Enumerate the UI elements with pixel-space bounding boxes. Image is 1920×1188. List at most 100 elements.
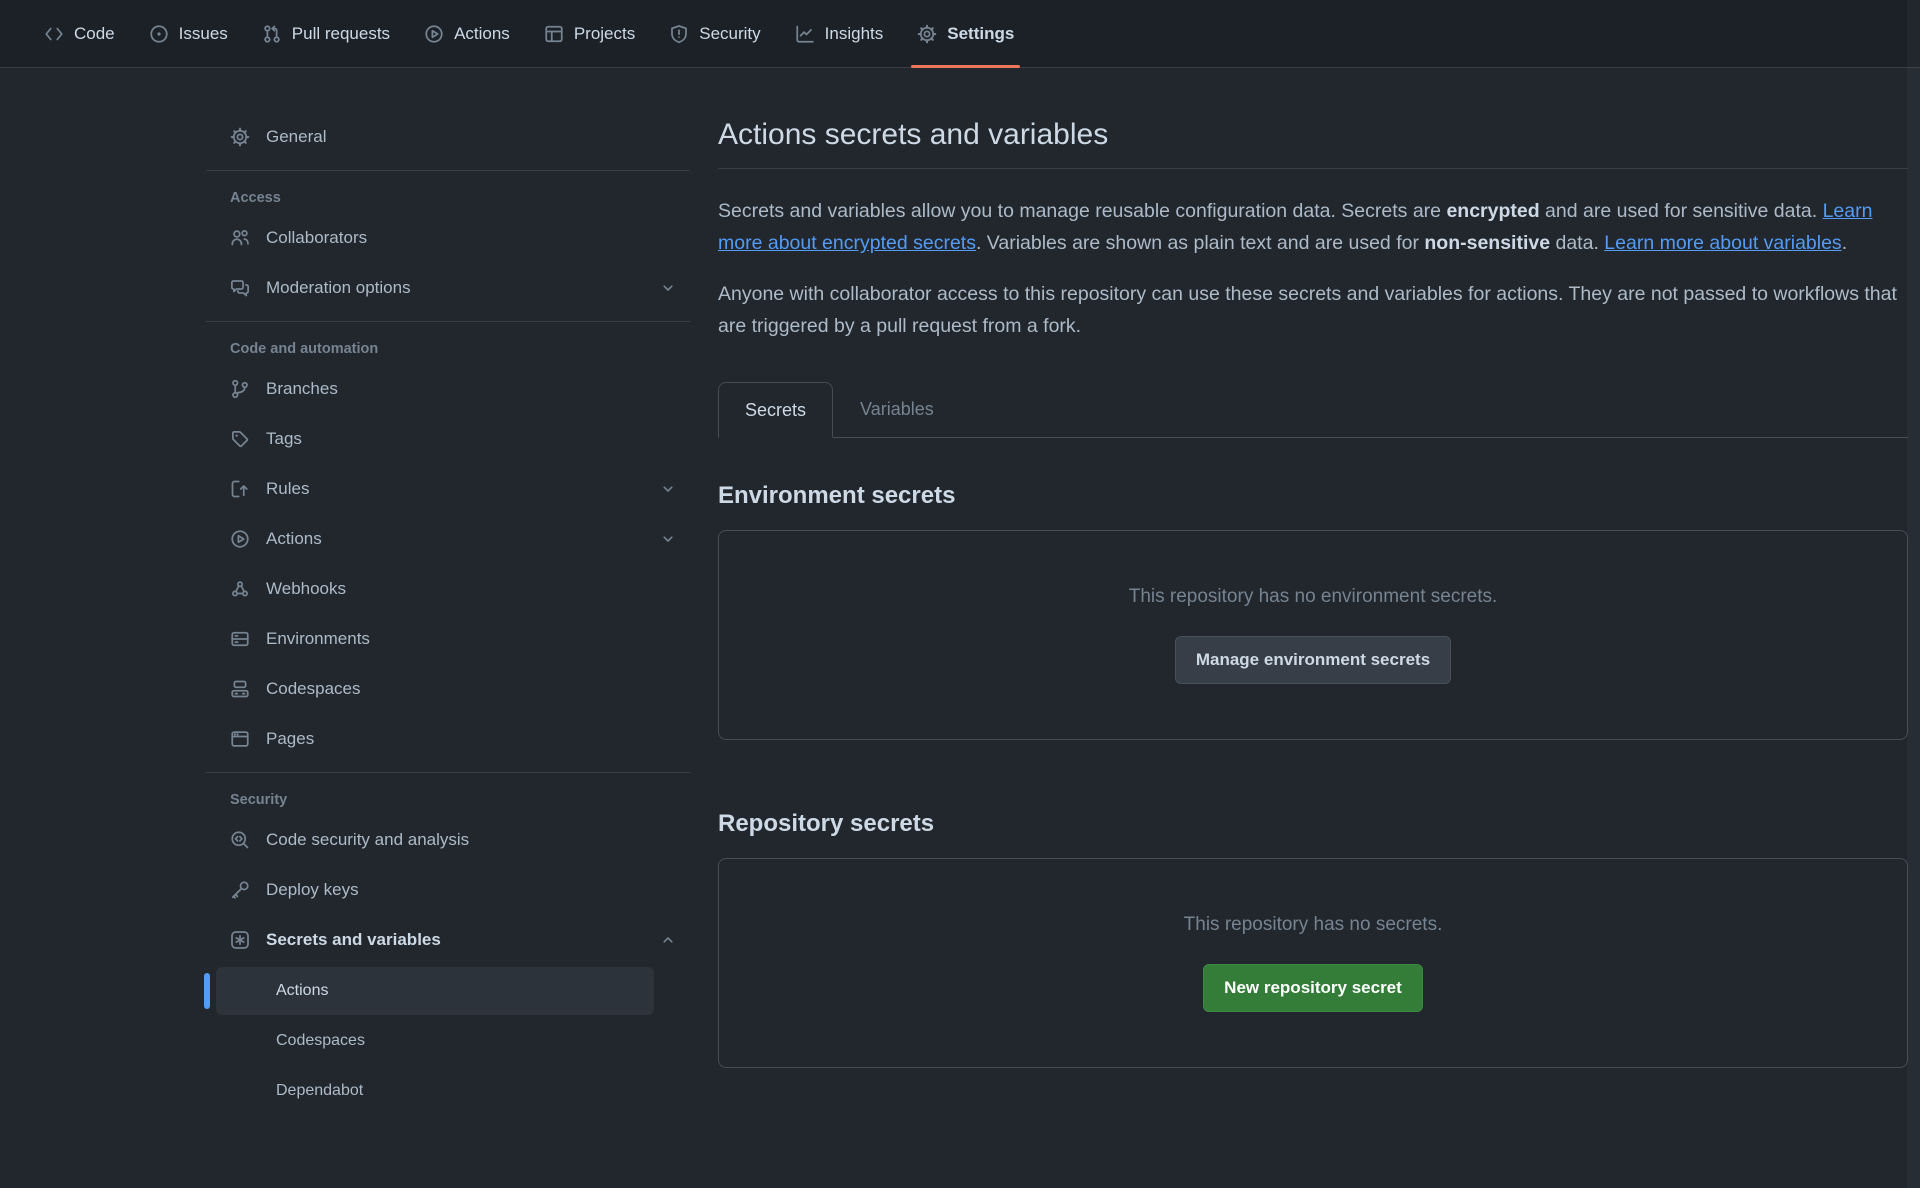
sidebar-item-label: Collaborators: [266, 228, 367, 248]
new-repository-secret-button[interactable]: New repository secret: [1203, 964, 1423, 1012]
play-circle-icon: [230, 529, 250, 549]
server-icon: [230, 629, 250, 649]
table-icon: [544, 24, 564, 44]
sidebar-item-tags[interactable]: Tags: [206, 414, 690, 464]
webhook-icon: [230, 579, 250, 599]
intro-text: .: [1842, 232, 1847, 254]
sidebar-divider: [206, 321, 690, 322]
repository-secrets-empty-box: This repository has no secrets. New repo…: [718, 858, 1908, 1068]
sidebar-item-label: Webhooks: [266, 579, 346, 599]
environment-secrets-empty-text: This repository has no environment secre…: [1129, 586, 1498, 608]
nav-tab-label: Code: [74, 24, 115, 44]
sidebar-item-label: Tags: [266, 429, 302, 449]
repository-secrets-heading: Repository secrets: [718, 810, 1908, 838]
environment-secrets-section: Environment secrets This repository has …: [718, 482, 1908, 740]
sidebar-item-label: Secrets and variables: [266, 930, 441, 950]
manage-environment-secrets-button[interactable]: Manage environment secrets: [1175, 636, 1451, 684]
environment-secrets-heading: Environment secrets: [718, 482, 1908, 510]
sidebar-subitem-label: Codespaces: [276, 1032, 365, 1050]
nav-tab-label: Pull requests: [292, 24, 390, 44]
play-circle-icon: [424, 24, 444, 44]
tag-icon: [230, 429, 250, 449]
sidebar-item-label: Code security and analysis: [266, 830, 469, 850]
sidebar-item-branches[interactable]: Branches: [206, 364, 690, 414]
sidebar-divider: [206, 772, 690, 773]
pull-request-icon: [262, 24, 282, 44]
sidebar-subitem-actions[interactable]: Actions: [216, 967, 654, 1015]
nav-tab-projects[interactable]: Projects: [530, 0, 649, 67]
nav-tab-label: Projects: [574, 24, 635, 44]
sidebar-section-access: Access: [206, 183, 690, 213]
nav-tab-label: Security: [699, 24, 760, 44]
people-icon: [230, 228, 250, 248]
sidebar-divider: [206, 170, 690, 171]
nav-tab-label: Insights: [825, 24, 884, 44]
sidebar-item-moderation-options[interactable]: Moderation options: [206, 263, 690, 313]
nav-tab-label: Settings: [947, 24, 1014, 44]
sidebar-subitem-codespaces[interactable]: Codespaces: [216, 1017, 654, 1065]
sidebar-item-actions[interactable]: Actions: [206, 514, 690, 564]
sidebar-item-label: Codespaces: [266, 679, 361, 699]
repository-secrets-empty-text: This repository has no secrets.: [1184, 914, 1443, 936]
nav-tab-pull-requests[interactable]: Pull requests: [248, 0, 404, 67]
intro-paragraph: Secrets and variables allow you to manag…: [718, 195, 1908, 260]
settings-sidebar: General Access Collaborators Moderation …: [206, 68, 690, 1117]
chevron-down-icon: [660, 531, 676, 547]
sidebar-item-webhooks[interactable]: Webhooks: [206, 564, 690, 614]
intro-bold-non-sensitive: non-sensitive: [1424, 232, 1550, 254]
chevron-down-icon: [660, 481, 676, 497]
issue-icon: [149, 24, 169, 44]
nav-tab-label: Issues: [179, 24, 228, 44]
active-tab-underline: [911, 65, 1020, 68]
sidebar-item-pages[interactable]: Pages: [206, 714, 690, 764]
nav-tab-insights[interactable]: Insights: [781, 0, 898, 67]
sidebar-item-code-security-and-analysis[interactable]: Code security and analysis: [206, 815, 690, 865]
rules-icon: [230, 479, 250, 499]
sidebar-item-label: Environments: [266, 629, 370, 649]
code-icon: [44, 24, 64, 44]
sidebar-item-secrets-and-variables[interactable]: Secrets and variables: [206, 915, 690, 965]
sidebar-item-rules[interactable]: Rules: [206, 464, 690, 514]
collaborator-note: Anyone with collaborator access to this …: [718, 278, 1908, 343]
graph-icon: [795, 24, 815, 44]
sidebar-subitem-label: Actions: [276, 982, 328, 1000]
gear-icon: [917, 24, 937, 44]
sidebar-item-collaborators[interactable]: Collaborators: [206, 213, 690, 263]
sidebar-item-label: Pages: [266, 729, 314, 749]
gear-icon: [230, 127, 250, 147]
settings-layout: General Access Collaborators Moderation …: [0, 68, 1920, 1117]
intro-bold-encrypted: encrypted: [1446, 200, 1539, 222]
settings-main: Actions secrets and variables Secrets an…: [718, 68, 1908, 1068]
sidebar-item-label: General: [266, 127, 326, 147]
sidebar-subitem-dependabot[interactable]: Dependabot: [216, 1067, 654, 1115]
sidebar-item-general[interactable]: General: [206, 112, 690, 162]
sidebar-item-codespaces[interactable]: Codespaces: [206, 664, 690, 714]
repository-secrets-section: Repository secrets This repository has n…: [718, 810, 1908, 1068]
link-learn-more-variables[interactable]: Learn more about variables: [1604, 232, 1841, 254]
nav-tab-code[interactable]: Code: [30, 0, 129, 67]
sidebar-item-label: Rules: [266, 479, 309, 499]
nav-tab-actions[interactable]: Actions: [410, 0, 524, 67]
repo-nav: Code Issues Pull requests Actions Projec…: [0, 0, 1920, 68]
scrollbar-gutter: [1907, 0, 1920, 1188]
secrets-variables-tabnav: Secrets Variables: [718, 382, 1908, 438]
git-branch-icon: [230, 379, 250, 399]
tab-variables[interactable]: Variables: [833, 382, 961, 437]
sidebar-subitem-label: Dependabot: [276, 1082, 363, 1100]
intro-text: and are used for sensitive data.: [1540, 200, 1823, 222]
intro-text: . Variables are shown as plain text and …: [976, 232, 1424, 254]
nav-tab-security[interactable]: Security: [655, 0, 774, 67]
sidebar-item-label: Branches: [266, 379, 338, 399]
environment-secrets-empty-box: This repository has no environment secre…: [718, 530, 1908, 740]
nav-tab-settings[interactable]: Settings: [903, 0, 1028, 67]
sidebar-section-code-and-automation: Code and automation: [206, 334, 690, 364]
nav-tab-issues[interactable]: Issues: [135, 0, 242, 67]
comment-discussion-icon: [230, 278, 250, 298]
key-asterisk-icon: [230, 930, 250, 950]
sidebar-item-deploy-keys[interactable]: Deploy keys: [206, 865, 690, 915]
browser-icon: [230, 729, 250, 749]
tab-secrets[interactable]: Secrets: [718, 382, 833, 438]
sidebar-item-label: Actions: [266, 529, 322, 549]
sidebar-section-security: Security: [206, 785, 690, 815]
sidebar-item-environments[interactable]: Environments: [206, 614, 690, 664]
